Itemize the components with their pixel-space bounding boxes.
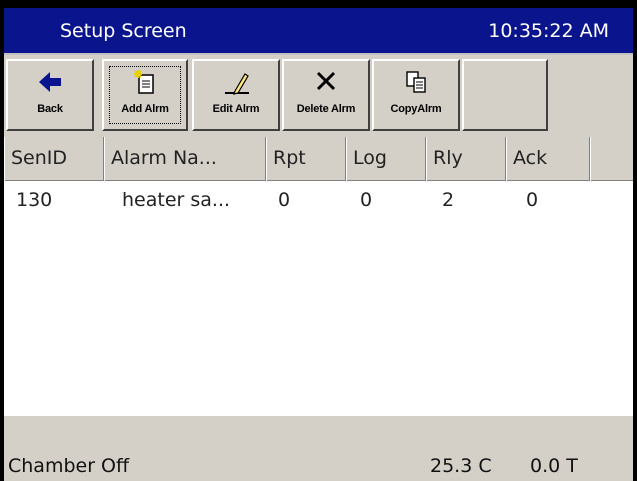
alarm-table-body: 130 heater sa... 0 0 2 0 — [4, 181, 633, 416]
column-header-alarm-name[interactable]: Alarm Na... — [104, 137, 266, 181]
cell-alarm-name: heater sa... — [122, 189, 231, 211]
edit-alarm-label: Edit Alrm — [212, 103, 260, 115]
cell-log: 0 — [360, 189, 373, 211]
toolbar: Back Add Alrm Edit Alrm Delete Alrm Copy… — [4, 55, 633, 137]
column-header-rpt[interactable]: Rpt — [266, 137, 346, 181]
temperature-readout: 25.3 C — [430, 455, 492, 477]
blank-button[interactable] — [462, 59, 548, 131]
delete-alarm-button[interactable]: Delete Alrm — [282, 59, 370, 131]
cell-senid: 130 — [16, 189, 53, 211]
add-alarm-button[interactable]: Add Alrm — [102, 59, 188, 131]
pencil-icon — [225, 73, 249, 95]
column-header-senid[interactable]: SenID — [4, 137, 104, 181]
cell-rly: 2 — [442, 189, 455, 211]
status-bar: Chamber Off 25.3 C 0.0 T — [4, 416, 633, 481]
cell-ack: 0 — [526, 189, 539, 211]
delete-alarm-label: Delete Alrm — [296, 103, 356, 115]
back-button[interactable]: Back — [6, 59, 94, 131]
delete-x-icon — [316, 71, 336, 91]
new-document-icon — [134, 70, 154, 94]
back-label: Back — [37, 103, 63, 115]
back-arrow-icon — [39, 72, 61, 92]
chamber-status: Chamber Off — [8, 455, 130, 477]
add-alarm-label: Add Alrm — [121, 103, 169, 115]
table-row[interactable]: 130 heater sa... 0 0 2 0 — [4, 181, 633, 217]
cell-rpt: 0 — [278, 189, 291, 211]
column-header-log[interactable]: Log — [346, 137, 426, 181]
edit-alarm-button[interactable]: Edit Alrm — [192, 59, 280, 131]
column-header-blank — [590, 137, 633, 181]
copy-alarm-button[interactable]: CopyAlrm — [372, 59, 460, 131]
title-bar: Setup Screen 10:35:22 AM — [4, 8, 633, 55]
column-header-ack[interactable]: Ack — [506, 137, 590, 181]
clock: 10:35:22 AM — [488, 20, 609, 42]
table-header: SenID Alarm Na... Rpt Log Rly Ack — [4, 137, 633, 181]
copy-icon — [406, 71, 426, 93]
screen-title: Setup Screen — [60, 20, 187, 42]
column-header-rly[interactable]: Rly — [426, 137, 506, 181]
t-readout: 0.0 T — [530, 455, 578, 477]
copy-alarm-label: CopyAlrm — [390, 103, 442, 115]
